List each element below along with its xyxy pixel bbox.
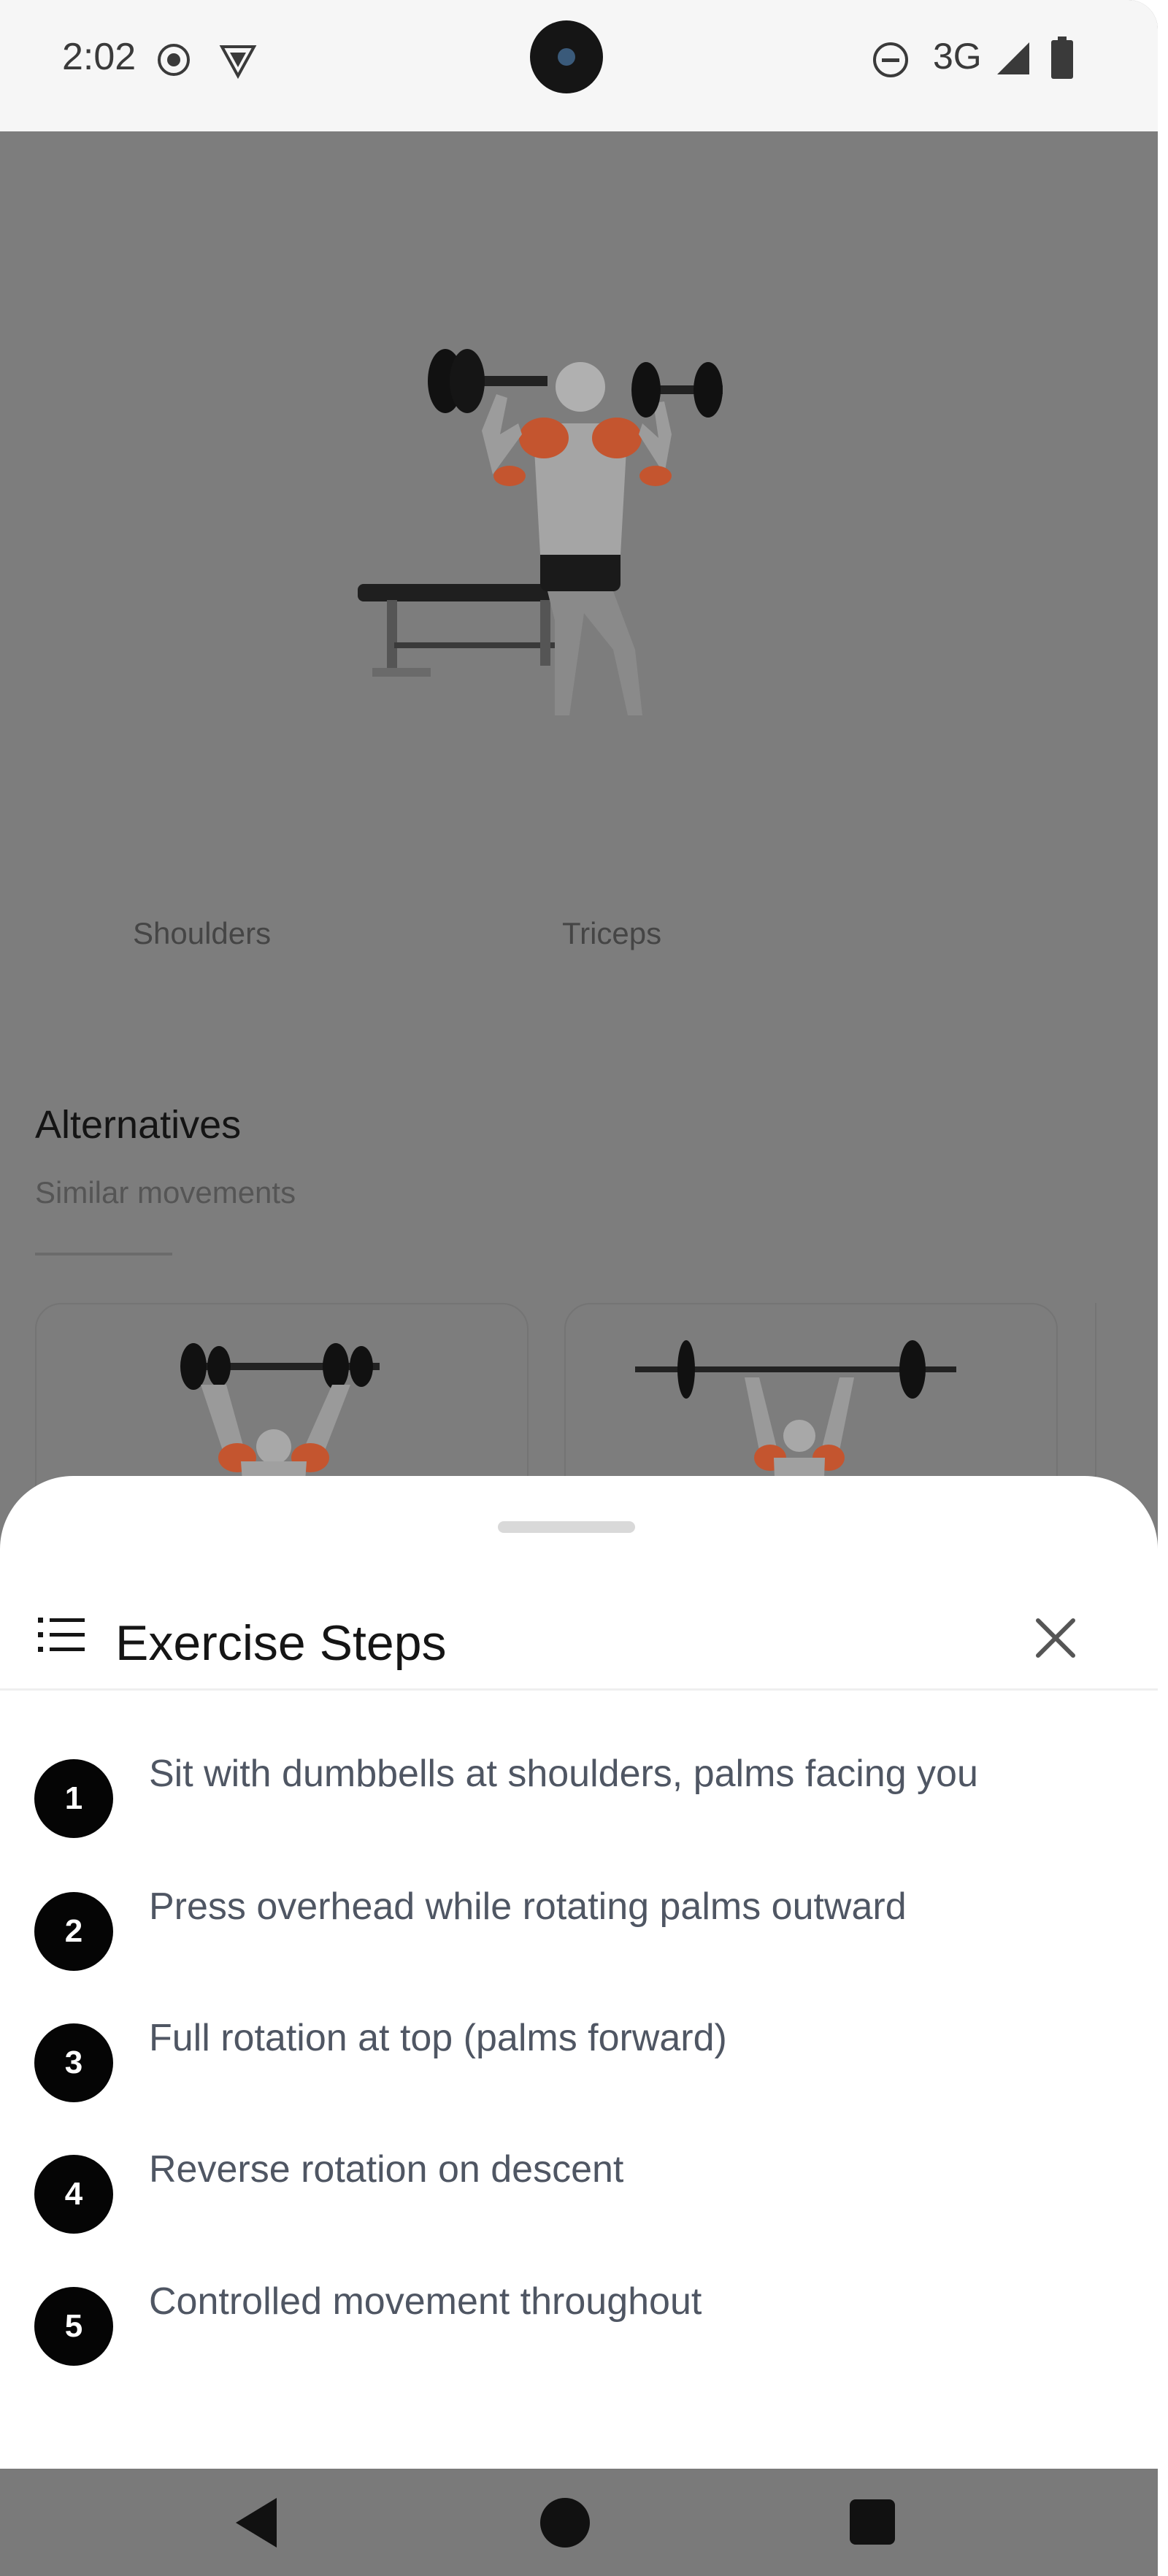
battery-icon bbox=[1051, 36, 1073, 79]
step-number-badge: 3 bbox=[34, 2023, 113, 2102]
home-icon[interactable] bbox=[540, 2498, 590, 2548]
front-camera bbox=[530, 20, 603, 93]
step-text: Sit with dumbbells at shoulders, palms f… bbox=[149, 1753, 978, 1795]
step-item: 4 Reverse rotation on descent bbox=[0, 2148, 1158, 2235]
sheet-header-divider bbox=[0, 1688, 1158, 1691]
list-icon bbox=[38, 1618, 85, 1652]
do-not-disturb-icon bbox=[873, 42, 908, 77]
network-type: 3G bbox=[933, 36, 982, 77]
step-item: 5 Controlled movement throughout bbox=[0, 2280, 1158, 2367]
signal-icon bbox=[997, 42, 1029, 74]
alternatives-subtitle: Similar movements bbox=[35, 1175, 296, 1210]
step-text: Press overhead while rotating palms outw… bbox=[149, 1885, 907, 1928]
system-navigation-bar bbox=[0, 2469, 1158, 2576]
step-text: Controlled movement throughout bbox=[149, 2280, 702, 2323]
step-number-badge: 4 bbox=[34, 2155, 113, 2234]
step-text: Full rotation at top (palms forward) bbox=[149, 2017, 727, 2059]
muscle-label-triceps: Triceps bbox=[562, 916, 662, 950]
sheet-header: Exercise Steps bbox=[0, 1564, 1158, 1710]
exercise-illustration bbox=[358, 349, 723, 715]
back-icon[interactable] bbox=[236, 2498, 277, 2548]
step-number-badge: 2 bbox=[34, 1892, 113, 1971]
screen-record-icon bbox=[158, 44, 190, 76]
alternatives-underline bbox=[35, 1253, 172, 1256]
status-bar: 2:02 3G bbox=[0, 0, 1158, 131]
status-time: 2:02 bbox=[62, 36, 137, 78]
alternatives-title: Alternatives bbox=[35, 1103, 242, 1147]
muscle-label-shoulders: Shoulders bbox=[133, 916, 272, 950]
step-number-badge: 1 bbox=[34, 1759, 113, 1838]
vpn-shield-icon bbox=[219, 45, 257, 80]
close-icon[interactable] bbox=[1025, 1607, 1086, 1669]
drag-handle[interactable] bbox=[498, 1521, 635, 1533]
exercise-detail-page: Shoulders Triceps Alternatives Similar m… bbox=[0, 131, 1158, 1744]
step-item: 3 Full rotation at top (palms forward) bbox=[0, 2016, 1158, 2104]
step-item: 2 Press overhead while rotating palms ou… bbox=[0, 1885, 1158, 1972]
recent-apps-icon[interactable] bbox=[850, 2499, 895, 2545]
sheet-title: Exercise Steps bbox=[115, 1615, 447, 1671]
step-number-badge: 5 bbox=[34, 2287, 113, 2366]
step-text: Reverse rotation on descent bbox=[149, 2148, 624, 2191]
phone-screen: Shoulders Triceps Alternatives Similar m… bbox=[0, 0, 1158, 2576]
screen-edge bbox=[1158, 0, 1168, 2576]
step-item: 1 Sit with dumbbells at shoulders, palms… bbox=[0, 1752, 1158, 1839]
